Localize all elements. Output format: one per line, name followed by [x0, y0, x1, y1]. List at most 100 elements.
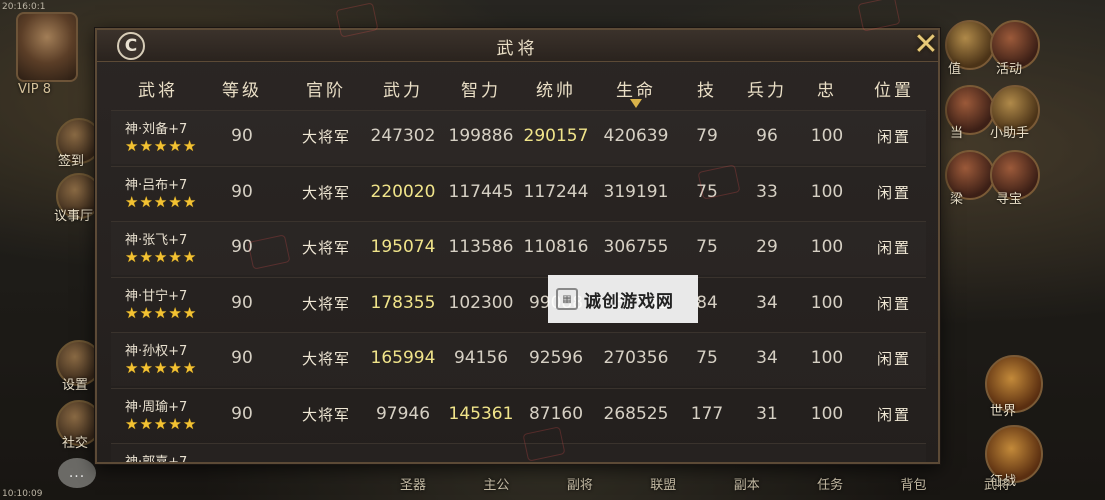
- hero-name-cell: 神·甘宁+7 ★ ★ ★ ★ ★: [125, 285, 225, 321]
- column-header-command[interactable]: 统帅: [516, 76, 596, 101]
- table-row[interactable]: 神·周瑜+7 ★ ★ ★ ★ ★ 90 大将军 97946 145361 87160 268525 17…: [111, 387, 926, 442]
- generals-dialog: C 武将 ✕ 武将 等级 官阶 武力 智力 统帅 生命技兵力忠位置 神·刘备+7 ★ ★ ★ ★ ★ 9…: [95, 27, 940, 464]
- hero-name-cell: 神·孙权+7 ★ ★ ★ ★ ★: [125, 340, 225, 376]
- bottom-nav-bar: 圣器 主公 副将 联盟 副本 任务 背包 武将: [400, 466, 1010, 500]
- cell-position[interactable]: 闲置: [859, 182, 926, 203]
- cell-position[interactable]: 闲置: [859, 404, 926, 425]
- star-icon: ★: [139, 248, 153, 266]
- cell-loyalty: 100: [810, 126, 844, 146]
- hero-name-cell: 神·刘备+7 ★ ★ ★ ★ ★: [125, 118, 225, 154]
- cell-hp: 319191: [603, 181, 669, 202]
- right-menu-label: 活动: [996, 62, 1023, 77]
- star-icon: ★: [168, 192, 182, 211]
- star-icon: ★: [182, 303, 197, 322]
- bottom-nav-item[interactable]: 联盟: [650, 474, 676, 493]
- cell-command: 290157: [523, 126, 589, 146]
- left-menu-label: 设置: [62, 378, 89, 393]
- cell-loyalty: 100: [810, 181, 844, 202]
- hero-name: 神·张飞+7: [125, 233, 188, 248]
- column-header-rank[interactable]: 官阶: [281, 76, 371, 101]
- sort-descending-icon: [630, 99, 642, 108]
- table-row[interactable]: 神·甘宁+7★★★★★90大将军178355102300990882895818…: [111, 276, 926, 331]
- star-icon: ★: [153, 192, 168, 211]
- cell-loyalty: 100: [810, 237, 844, 257]
- star-rating: ★ ★ ★ ★ ★: [125, 361, 225, 376]
- bottom-nav-item[interactable]: 背包: [901, 474, 927, 493]
- cell-force: 97946: [375, 403, 431, 424]
- hero-name-cell: 神·张飞+7 ★ ★ ★ ★ ★: [125, 229, 225, 265]
- hero-name-cell: 神·郭嘉+7★★★★★: [125, 451, 225, 462]
- cell-troops: 34: [756, 292, 778, 313]
- star-icon: ★: [153, 248, 168, 266]
- column-header-intel[interactable]: 智力: [441, 76, 521, 101]
- cell-force: 165994: [370, 348, 436, 368]
- hero-name: 神·郭嘉+7: [125, 451, 225, 462]
- star-icon: ★: [182, 248, 197, 266]
- star-icon: ★: [168, 414, 182, 433]
- table-row[interactable]: 神·孙权+7 ★ ★ ★ ★ ★ 90 大将军 165994 94156 92596 270356 75…: [111, 332, 926, 386]
- column-header-force[interactable]: 武力: [363, 76, 443, 101]
- cell-position[interactable]: 闲置: [859, 293, 926, 314]
- column-header-position[interactable]: 位置: [859, 76, 926, 101]
- bottom-nav-item[interactable]: 任务: [817, 474, 843, 493]
- star-icon: ★: [153, 359, 168, 377]
- cell-position[interactable]: 闲置: [859, 126, 926, 147]
- cell-troops: 34: [756, 348, 778, 368]
- right-menu-label: 世界: [990, 404, 1017, 419]
- star-icon: ★: [168, 303, 182, 322]
- left-menu-label: 社交: [62, 436, 89, 451]
- bottom-nav-item[interactable]: 圣器: [400, 474, 426, 493]
- close-icon[interactable]: ✕: [908, 26, 944, 62]
- cell-skill: 79: [696, 126, 718, 146]
- column-header-loyalty[interactable]: 忠: [802, 76, 852, 101]
- star-icon: ★: [125, 359, 139, 377]
- star-rating: ★ ★ ★ ★ ★: [125, 250, 225, 265]
- cell-loyalty: 100: [810, 348, 844, 368]
- table-row[interactable]: 神·郭嘉+7★★★★★: [111, 443, 926, 462]
- star-icon: ★: [139, 303, 153, 322]
- table-row[interactable]: 神·张飞+7 ★ ★ ★ ★ ★ 90 大将军 195074 113586 110816 306755…: [111, 221, 926, 275]
- column-header-level[interactable]: 等级: [212, 76, 272, 101]
- player-avatar[interactable]: [16, 12, 78, 82]
- cell-position[interactable]: 闲置: [859, 348, 926, 369]
- dialog-header: C 武将 ✕: [97, 27, 939, 62]
- table-row[interactable]: 神·刘备+7 ★ ★ ★ ★ ★ 90 大将军 247302 199886 290157 420639…: [111, 110, 926, 164]
- bottom-nav-item[interactable]: 副将: [567, 474, 593, 493]
- cell-level: 90: [231, 292, 253, 313]
- hero-name-cell: 神·周瑜+7 ★ ★ ★ ★ ★: [125, 396, 225, 432]
- cell-intel: 117445: [448, 181, 514, 202]
- column-header-name[interactable]: 武将: [113, 76, 203, 101]
- cell-rank: 大将军: [301, 128, 350, 146]
- cell-rank: 大将军: [301, 239, 350, 257]
- cell-rank: 大将军: [301, 405, 350, 424]
- bottom-nav-item[interactable]: 武将: [984, 474, 1010, 493]
- cell-command: 110816: [523, 237, 589, 257]
- cell-hp: 420639: [603, 126, 669, 146]
- hero-name: 神·孙权+7: [125, 344, 188, 359]
- star-icon: ★: [139, 414, 153, 433]
- bottom-nav-item[interactable]: 主公: [483, 474, 509, 493]
- star-rating: ★ ★ ★ ★ ★: [125, 139, 225, 154]
- star-icon: ★: [168, 137, 182, 155]
- cell-troops: 96: [756, 126, 778, 146]
- chat-label: ...: [68, 465, 86, 481]
- cell-position[interactable]: 闲置: [859, 237, 926, 258]
- column-header-troops[interactable]: 兵力: [737, 76, 797, 101]
- watermark-text: 诚创游戏网: [584, 291, 674, 312]
- column-header-hp[interactable]: 生命: [596, 76, 676, 101]
- chat-button[interactable]: ...: [58, 458, 96, 488]
- cell-level: 90: [231, 181, 253, 202]
- star-icon: ★: [182, 137, 197, 155]
- hero-name: 神·刘备+7: [125, 122, 188, 137]
- table-row[interactable]: 神·吕布+7 ★ ★ ★ ★ ★ 90 大将军 220020 117445 117244 319191…: [111, 165, 926, 220]
- bottom-nav-item[interactable]: 副本: [734, 474, 760, 493]
- table-header: 武将 等级 官阶 武力 智力 统帅 生命技兵力忠位置: [111, 68, 926, 110]
- star-rating: ★ ★ ★ ★ ★: [125, 414, 225, 433]
- cell-rank: 大将军: [301, 294, 350, 313]
- cell-hp: 306755: [603, 237, 669, 257]
- star-rating: ★ ★ ★ ★ ★: [125, 303, 225, 322]
- star-icon: ★: [153, 137, 168, 155]
- column-header-skill[interactable]: 技: [682, 76, 732, 101]
- cell-skill: 75: [696, 237, 718, 257]
- cell-intel: 199886: [448, 126, 514, 146]
